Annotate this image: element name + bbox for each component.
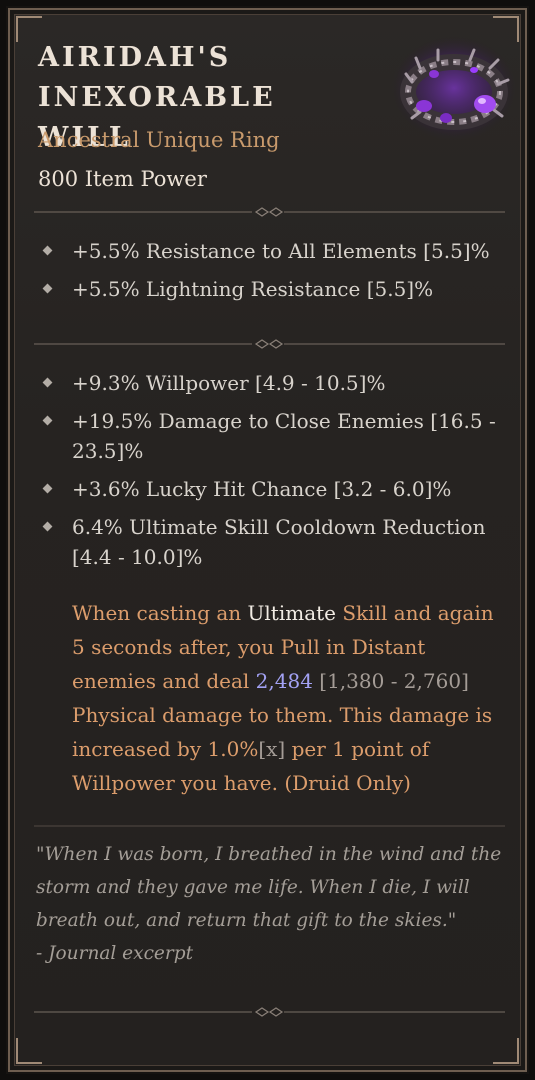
bullet-diamond-icon xyxy=(42,377,53,388)
affix-line: 6.4% Ultimate Skill Cooldown Reduction [… xyxy=(32,512,512,572)
section-divider xyxy=(34,339,505,349)
frame-corner xyxy=(493,1038,519,1064)
affix-text: +9.3% Willpower [4.9 - 10.5]% xyxy=(72,371,386,395)
item-tooltip: AIRIDAH'S INEXORABLE WILL Ancestral Uniq… xyxy=(8,8,527,1072)
affix-line: +3.6% Lucky Hit Chance [3.2 - 6.0]% xyxy=(32,474,512,504)
affix-list: +9.3% Willpower [4.9 - 10.5]% +19.5% Dam… xyxy=(32,368,512,580)
flavor-quote: "When I was born, I breathed in the wind… xyxy=(36,844,502,931)
section-divider xyxy=(34,207,505,217)
affix-text: +5.5% Resistance to All Elements [5.5]% xyxy=(72,239,490,263)
ring-icon xyxy=(390,24,520,144)
affix-line: +5.5% Resistance to All Elements [5.5]% xyxy=(32,236,512,266)
bullet-diamond-icon xyxy=(42,245,53,256)
unique-power-part: When casting an xyxy=(72,601,248,625)
affix-text: +3.6% Lucky Hit Chance [3.2 - 6.0]% xyxy=(72,477,452,501)
affix-line: +9.3% Willpower [4.9 - 10.5]% xyxy=(32,368,512,398)
affix-text: 6.4% Ultimate Skill Cooldown Reduction [… xyxy=(72,515,486,569)
affix-line: +5.5% Lightning Resistance [5.5]% xyxy=(32,274,512,304)
item-power: 800 Item Power xyxy=(38,167,207,191)
damage-range: [1,380 - 2,760] xyxy=(312,669,469,693)
bullet-diamond-icon xyxy=(42,521,53,532)
affix-text: +19.5% Damage to Close Enemies [16.5 - 2… xyxy=(72,409,496,463)
frame-corner xyxy=(16,1038,42,1064)
implicit-affix-list: +5.5% Resistance to All Elements [5.5]% … xyxy=(32,236,512,312)
damage-value: 2,484 xyxy=(255,669,313,693)
item-type: Ancestral Unique Ring xyxy=(38,128,280,152)
item-name-line1: AIRIDAH'S xyxy=(38,42,232,73)
flavor-attribution: - Journal excerpt xyxy=(36,943,193,964)
ultimate-keyword: Ultimate xyxy=(247,601,336,625)
bullet-diamond-icon xyxy=(42,483,53,494)
affix-text: +5.5% Lightning Resistance [5.5]% xyxy=(72,277,434,301)
bullet-diamond-icon xyxy=(42,283,53,294)
bullet-diamond-icon xyxy=(42,415,53,426)
section-divider xyxy=(34,825,505,827)
affix-line: +19.5% Damage to Close Enemies [16.5 - 2… xyxy=(32,406,512,466)
multiplier-tag: [x] xyxy=(258,737,286,761)
unique-power-text: When casting an Ultimate Skill and again… xyxy=(72,596,512,800)
flavor-text: "When I was born, I breathed in the wind… xyxy=(36,838,506,970)
bottom-divider xyxy=(34,1007,505,1017)
